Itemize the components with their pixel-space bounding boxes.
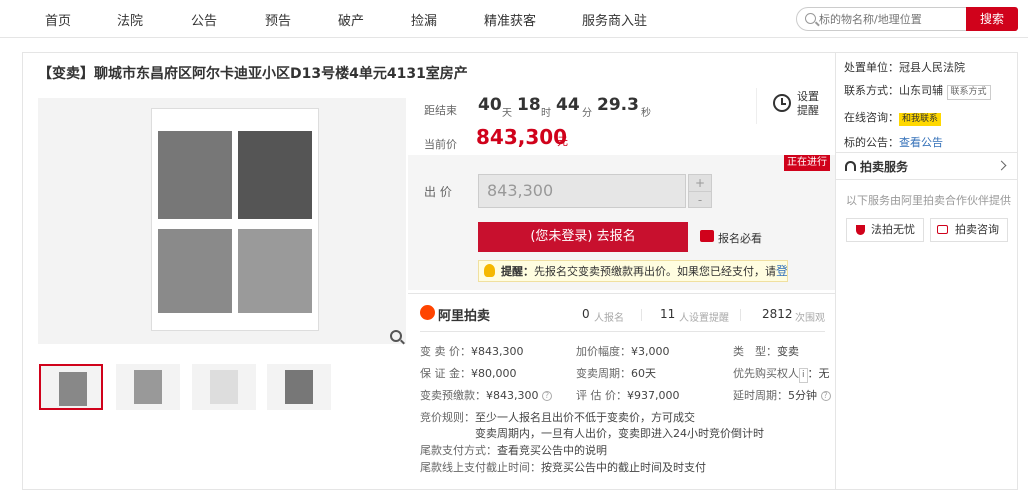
nav-item-provider-join[interactable]: 服务商入驻 — [582, 10, 647, 29]
view-count-label: 次围观 — [795, 313, 825, 324]
detail-type: 类 型：变卖 — [733, 345, 799, 358]
page-title: 【变卖】聊城市东昌府区阿尔卡迪亚小区D13号楼4单元4131室房产 — [38, 66, 468, 82]
current-price-unit: 元 — [557, 135, 568, 148]
view-notice-link[interactable]: 查看公告 — [899, 136, 943, 149]
detail-sale-price: 变 卖 价：¥843,300 — [420, 345, 524, 358]
bid-input[interactable]: 843,300 — [478, 174, 686, 208]
current-price: 843,300 — [476, 125, 568, 149]
divider — [408, 293, 835, 294]
chat-icon — [937, 225, 948, 234]
current-price-label: 当前价 — [424, 138, 457, 151]
nav-item-court[interactable]: 法院 — [117, 10, 143, 29]
help-icon[interactable]: ? — [542, 391, 552, 401]
set-reminder[interactable]: 设置提醒 — [756, 88, 835, 124]
nav-item-preview[interactable]: 预告 — [265, 10, 291, 29]
nav-item-precise-customers[interactable]: 精准获客 — [484, 10, 536, 29]
bid-label: 出 价 — [424, 185, 452, 199]
reminder-count-label: 人设置提醒 — [679, 313, 729, 324]
detail-bid-rule: 竞价规则：至少一人报名且出价不低于变卖价，方可成交 — [420, 411, 695, 424]
detail-delay: 延时周期：5分钟 ? — [733, 387, 831, 403]
photo-courtyard — [158, 229, 232, 313]
login-link[interactable]: 登录 — [776, 264, 787, 278]
zoom-icon[interactable] — [390, 330, 402, 342]
set-reminder-label: 设置提醒 — [797, 90, 819, 117]
detail-increment: 加价幅度：¥3,000 — [576, 345, 670, 358]
auction-service-header[interactable]: 拍卖服务 — [836, 152, 1018, 180]
headset-icon — [845, 161, 856, 171]
signup-count-label: 人报名 — [594, 313, 624, 324]
sidebar-contact: 联系方式：山东司辅 联系方式 — [844, 82, 991, 100]
countdown-minutes: 44 — [556, 95, 580, 115]
countdown-hours-unit: 时 — [541, 108, 551, 119]
countdown-days: 40 — [478, 95, 502, 115]
contact-me-button[interactable]: 和我联系 — [899, 113, 942, 126]
detail-prepayment: 变卖预缴款：¥843,300 ? — [420, 387, 552, 403]
bid-stepper: + - — [688, 174, 712, 208]
search-input[interactable] — [819, 11, 967, 27]
detail-bid-rule-2: 变卖周期内，一旦有人出价，变卖即进入24小时竞价倒计时 — [475, 427, 764, 440]
thumbnail-image — [134, 370, 162, 404]
search-box[interactable] — [796, 7, 970, 31]
countdown-seconds: 29.3 — [597, 95, 639, 115]
divider — [641, 309, 642, 321]
nav-item-home[interactable]: 首页 — [45, 10, 71, 29]
status-badge: 正在进行 — [784, 155, 830, 171]
detail-payment-deadline: 尾款线上支付截止时间：按竞买公告中的截止时间及时支付 — [420, 461, 706, 474]
bulb-icon — [484, 264, 495, 277]
photo-buildings — [238, 229, 312, 313]
sidebar-consult: 在线咨询： 和我联系 — [844, 109, 942, 126]
detail-period: 变卖周期：60天 — [576, 367, 656, 380]
thumbnail-4[interactable] — [267, 364, 331, 410]
tip-prefix: 提醒： — [501, 265, 534, 278]
thumbnail-2[interactable] — [116, 364, 180, 410]
nav-item-bargain[interactable]: 捡漏 — [411, 10, 437, 29]
search-button[interactable]: 搜索 — [966, 7, 1018, 31]
must-read-link[interactable]: 报名必看 — [718, 230, 762, 246]
photo-elevator — [238, 131, 312, 219]
thumbnail-image — [210, 370, 238, 404]
detail-payment-method: 尾款支付方式：查看竞买公告中的说明 — [420, 444, 607, 457]
countdown-seconds-unit: 秒 — [641, 108, 651, 119]
thumbnail-1[interactable] — [39, 364, 103, 410]
signup-button[interactable]: (您未登录) 去报名 — [478, 222, 688, 252]
reminder-count: 11 — [660, 307, 676, 321]
document-image — [151, 108, 319, 331]
nav-item-notice[interactable]: 公告 — [191, 10, 217, 29]
detail-priority-buyer: 优先购买权人 i ：无 — [733, 365, 830, 383]
main-photo[interactable] — [38, 98, 406, 344]
countdown-hours: 18 — [517, 95, 541, 115]
search-icon — [805, 13, 816, 24]
book-icon — [700, 230, 714, 242]
increase-bid-button[interactable]: + — [689, 175, 711, 191]
divider — [740, 309, 741, 321]
detail-appraisal: 评 估 价：¥937,000 — [576, 389, 680, 402]
thumbnail-image — [285, 370, 313, 404]
nav-item-bankruptcy[interactable]: 破产 — [338, 10, 364, 29]
countdown-label: 距结束 — [424, 104, 457, 117]
service-note: 以下服务由阿里拍卖合作伙伴提供 — [846, 194, 1011, 207]
signup-count: 0 — [582, 307, 590, 321]
sidebar-notice: 标的公告：查看公告 — [844, 136, 943, 149]
login-tip: 提醒：先报名交变卖预缴款再出价。如果您已经支付，请登录 — [478, 260, 788, 282]
info-badge[interactable]: i — [799, 368, 808, 383]
decrease-bid-button[interactable]: - — [689, 191, 711, 207]
clock-icon — [773, 94, 791, 112]
help-icon[interactable]: ? — [820, 391, 831, 401]
ali-auction-brand: 阿里拍卖 — [438, 309, 491, 324]
view-count: 2812 — [762, 307, 793, 321]
thumbnail-3[interactable] — [192, 364, 256, 410]
shield-icon — [856, 225, 865, 235]
countdown-days-unit: 天 — [502, 108, 512, 119]
sidebar-court: 处置单位：冠县人民法院 — [844, 61, 965, 74]
divider — [420, 331, 825, 332]
detail-deposit: 保 证 金：¥80,000 — [420, 367, 517, 380]
thumbnail-image — [59, 372, 87, 406]
countdown-minutes-unit: 分 — [582, 108, 592, 119]
tip-text: 先报名交变卖预缴款再出价。如果您已经支付，请 — [534, 265, 776, 278]
photo-stairs — [158, 131, 232, 219]
contact-button[interactable]: 联系方式 — [946, 85, 991, 100]
